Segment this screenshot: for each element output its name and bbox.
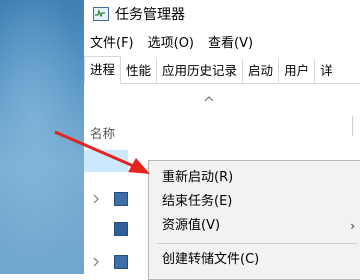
chevron-right-icon[interactable] bbox=[92, 194, 100, 204]
menu-view[interactable]: 查看(V) bbox=[202, 32, 261, 51]
column-header-partial bbox=[356, 123, 360, 137]
column-header-name[interactable]: 名称 bbox=[90, 123, 115, 142]
menu-options[interactable]: 选项(O) bbox=[142, 32, 202, 51]
menu-item-create-dump[interactable]: 创建转储文件(C) bbox=[149, 249, 360, 271]
column-divider[interactable] bbox=[352, 116, 353, 136]
menu-item-end-task[interactable]: 结束任务(E) bbox=[149, 191, 360, 213]
menu-item-label: 创建转储文件(C) bbox=[162, 252, 260, 267]
table-row-selected[interactable] bbox=[84, 150, 128, 172]
chevron-right-icon: › bbox=[350, 219, 355, 233]
menu-item-label: 资源值(V) bbox=[162, 218, 221, 233]
menu-item-label: 重新启动(R) bbox=[162, 170, 234, 185]
window-title: 任务管理器 bbox=[115, 7, 185, 23]
tab-users[interactable]: 用户 bbox=[279, 59, 316, 83]
menu-item-restart[interactable]: 重新启动(R) bbox=[149, 167, 360, 189]
tab-app-history[interactable]: 应用历史记录 bbox=[157, 59, 244, 83]
tab-startup[interactable]: 启动 bbox=[243, 59, 280, 83]
process-icon bbox=[114, 192, 128, 206]
desktop-background bbox=[0, 0, 84, 274]
menu-bar: 文件(F) 选项(O) 查看(V) bbox=[84, 30, 261, 52]
context-menu: 重新启动(R) 结束任务(E) 资源值(V) › 创建转储文件(C) bbox=[148, 160, 360, 280]
menu-item-label: 结束任务(E) bbox=[162, 194, 233, 209]
menu-item-resource-values[interactable]: 资源值(V) › bbox=[149, 215, 360, 237]
tab-performance[interactable]: 性能 bbox=[121, 59, 158, 83]
chevron-right-icon[interactable] bbox=[92, 257, 100, 267]
task-manager-icon bbox=[93, 7, 109, 21]
process-icon bbox=[114, 222, 128, 236]
menu-file[interactable]: 文件(F) bbox=[84, 32, 142, 51]
process-icon bbox=[114, 255, 128, 269]
tab-processes[interactable]: 进程 bbox=[84, 56, 122, 84]
chevron-up-icon[interactable] bbox=[204, 96, 214, 102]
menu-separator bbox=[157, 243, 357, 244]
title-bar[interactable]: 任务管理器 bbox=[84, 0, 360, 28]
tab-bar: 进程 性能 应用历史记录 启动 用户 详 bbox=[84, 56, 360, 84]
tab-details-partial[interactable]: 详 bbox=[315, 59, 338, 83]
